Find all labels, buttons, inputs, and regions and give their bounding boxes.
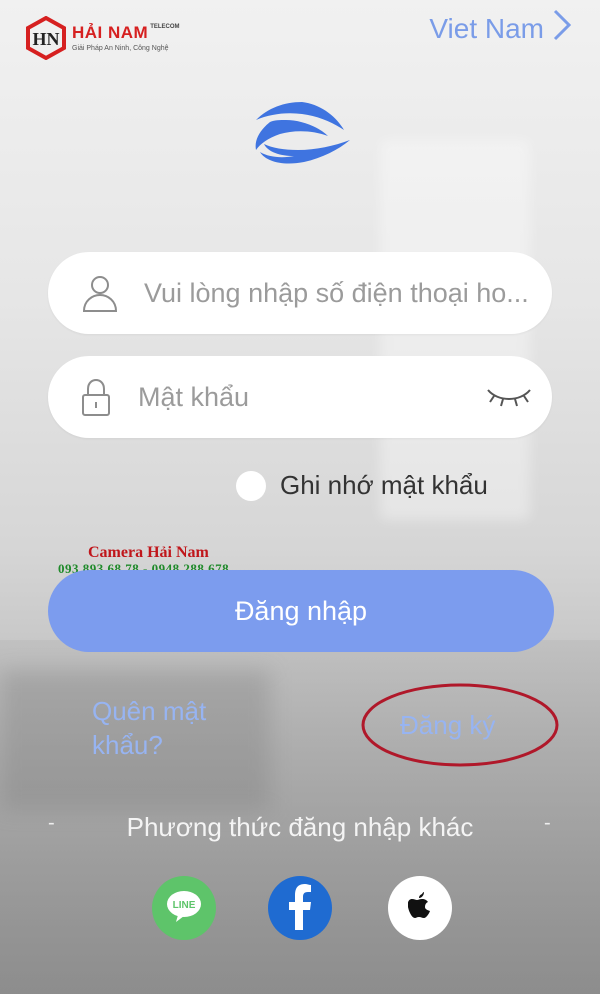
remember-radio[interactable] — [236, 470, 266, 501]
password-field[interactable]: Mật khẩu — [48, 356, 552, 438]
brand-logo: HN HẢI NAM TELECOM Giải Pháp An Ninh, Côn… — [24, 15, 180, 61]
svg-text:LINE: LINE — [173, 900, 196, 911]
facebook-login-button[interactable] — [268, 876, 332, 940]
highlight-circle — [360, 680, 560, 770]
remember-password-toggle[interactable]: Ghi nhớ mật khẩu — [236, 470, 488, 501]
region-selector[interactable]: Viet Nam — [429, 8, 572, 49]
eye-closed-icon[interactable] — [484, 382, 534, 410]
remember-label: Ghi nhớ mật khẩu — [280, 470, 488, 500]
forgot-password-link[interactable]: Quên mật khẩu? — [92, 694, 242, 762]
svg-text:HN: HN — [33, 29, 60, 49]
facebook-icon — [280, 882, 320, 935]
phone-field[interactable]: Vui lòng nhập số điện thoại ho... — [48, 252, 552, 334]
line-login-button[interactable]: LINE — [152, 876, 216, 940]
apple-login-button[interactable] — [388, 876, 452, 940]
divider-right: - — [544, 812, 551, 834]
other-login-row: - Phương thức đăng nhập khác - — [0, 812, 600, 848]
other-login-title: Phương thức đăng nhập khác — [126, 812, 474, 842]
brand-hexagon-icon: HN — [24, 15, 68, 61]
password-placeholder: Mật khẩu — [138, 381, 250, 412]
login-button[interactable]: Đăng nhập — [48, 570, 554, 652]
lock-icon — [76, 377, 116, 417]
app-logo-icon — [250, 100, 354, 166]
region-label: Viet Nam — [429, 12, 544, 44]
watermark-title: Camera Hải Nam — [88, 544, 209, 561]
phone-placeholder: Vui lòng nhập số điện thoại ho... — [144, 277, 529, 308]
brand-tagline: Giải Pháp An Ninh, Công Nghệ — [72, 45, 169, 52]
chevron-right-icon — [552, 8, 572, 49]
apple-icon — [407, 891, 432, 925]
brand-sub: TELECOM — [150, 24, 180, 30]
user-icon — [80, 273, 120, 313]
brand-name: HẢI NAM — [72, 23, 149, 42]
line-icon: LINE — [164, 889, 204, 928]
